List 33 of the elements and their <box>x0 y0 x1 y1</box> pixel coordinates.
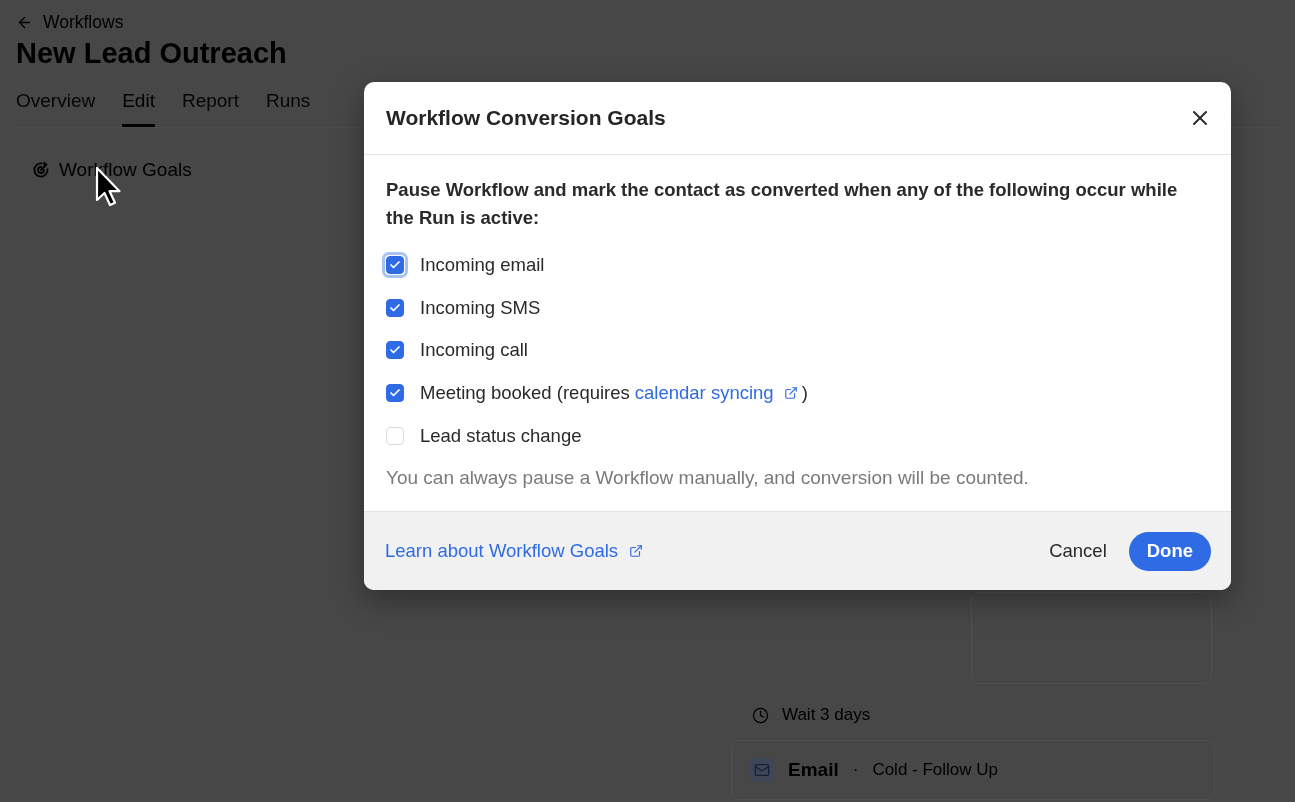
learn-more-link[interactable]: Learn about Workflow Goals <box>385 540 644 562</box>
option-label: Meeting booked (requires calendar syncing ) <box>420 381 808 406</box>
external-link-icon <box>629 544 644 558</box>
email-step-card[interactable]: Email · Cold - Follow Up <box>731 740 1215 800</box>
separator-dot: · <box>852 760 859 780</box>
option-label: Incoming call <box>420 338 528 363</box>
cancel-button[interactable]: Cancel <box>1049 539 1107 563</box>
back-link[interactable]: Workflows <box>16 12 124 32</box>
tab[interactable]: Overview <box>16 90 96 127</box>
clock-icon <box>752 706 769 724</box>
dialog-title: Workflow Conversion Goals <box>386 106 666 130</box>
back-link-label: Workflows <box>43 11 124 33</box>
wait-step-label: Wait 3 days <box>782 705 871 725</box>
target-icon <box>32 161 50 179</box>
dialog-hint: You can always pause a Workflow manually, and conversion will be counted. <box>386 465 1029 490</box>
tab[interactable]: Report <box>181 90 239 127</box>
step-type: Email <box>788 759 839 781</box>
dialog-intro: Pause Workflow and mark the contact as converted when any of the following occur while the Run is active: <box>386 178 1179 230</box>
option-label: Lead status change <box>420 423 582 448</box>
option-label: Incoming SMS <box>420 295 541 320</box>
external-link-icon <box>783 386 798 401</box>
option-label: Incoming email <box>420 253 545 278</box>
page-title: New Lead Outreach <box>16 36 287 70</box>
tab[interactable]: Edit <box>122 90 155 127</box>
calendar-syncing-link[interactable]: calendar syncing <box>634 381 798 406</box>
mail-icon <box>750 758 774 782</box>
checkbox[interactable] <box>386 384 404 403</box>
checkbox[interactable] <box>386 298 404 317</box>
checkbox[interactable] <box>386 341 404 360</box>
check-icon <box>389 301 401 314</box>
done-button[interactable]: Done <box>1128 531 1211 571</box>
template-name: Cold - Follow Up <box>872 760 999 780</box>
tab[interactable]: Runs <box>265 90 311 127</box>
